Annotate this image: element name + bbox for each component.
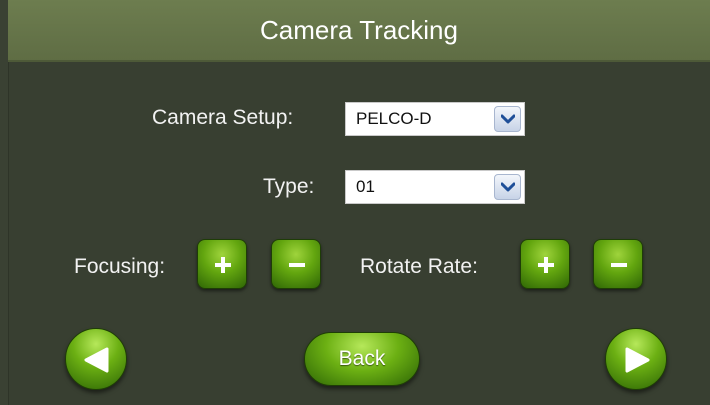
dropdown-arrow-button[interactable] (494, 106, 521, 132)
minus-icon (289, 263, 305, 267)
plus-icon (215, 257, 231, 273)
focusing-label: Focusing: (74, 255, 166, 278)
settings-panel: Camera Setup: PELCO-D Type: 01 Focusing: (8, 62, 710, 405)
type-select[interactable]: 01 (345, 170, 525, 204)
camera-tracking-screen: Camera Tracking Camera Setup: PELCO-D Ty… (0, 0, 710, 405)
title-bar: Camera Tracking (8, 0, 710, 62)
back-button[interactable]: Back (304, 332, 420, 386)
plus-icon (538, 257, 554, 273)
page-title: Camera Tracking (260, 15, 458, 45)
focusing-decrease-button[interactable] (271, 239, 321, 289)
minus-icon (611, 263, 627, 267)
rotate-rate-decrease-button[interactable] (593, 239, 643, 289)
type-label: Type: (263, 175, 315, 198)
chevron-down-icon (501, 182, 515, 192)
rotate-rate-increase-button[interactable] (520, 239, 570, 289)
chevron-down-icon (501, 114, 515, 124)
previous-button[interactable] (65, 328, 127, 390)
focusing-increase-button[interactable] (197, 239, 247, 289)
arrow-left-icon (84, 347, 109, 373)
camera-setup-label: Camera Setup: (152, 106, 294, 129)
arrow-right-icon (625, 347, 650, 373)
camera-setup-select[interactable]: PELCO-D (345, 102, 525, 136)
camera-setup-value: PELCO-D (356, 109, 432, 128)
rotate-rate-label: Rotate Rate: (360, 255, 478, 278)
type-value: 01 (356, 177, 375, 196)
dropdown-arrow-button[interactable] (494, 174, 521, 200)
next-button[interactable] (605, 328, 667, 390)
back-button-label: Back (338, 347, 386, 370)
